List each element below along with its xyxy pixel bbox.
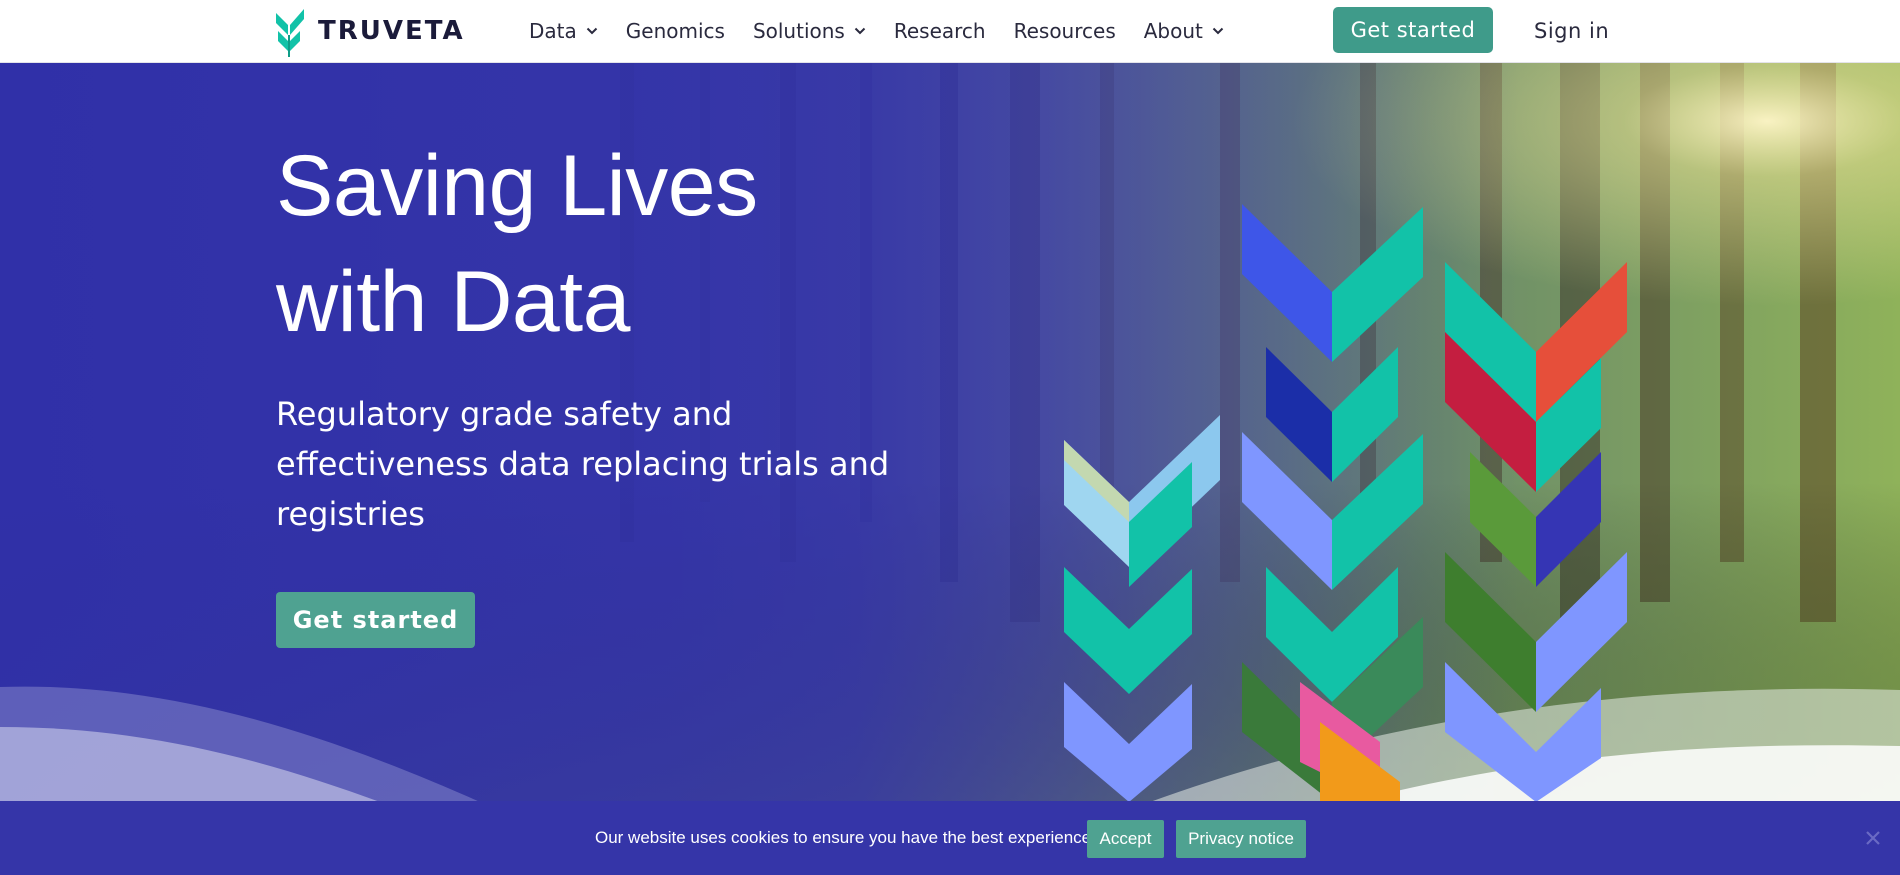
nav-item-label: Data xyxy=(529,19,577,43)
hero-title-line-1: Saving Lives xyxy=(276,138,758,234)
nav-item-label: Resources xyxy=(1013,19,1116,43)
nav-menu: Data Genomics Solutions Research Resourc… xyxy=(529,0,1252,62)
nav-item-label: About xyxy=(1143,19,1203,43)
chevron-down-icon xyxy=(586,27,597,35)
cookie-message: Our website uses cookies to ensure you h… xyxy=(595,828,1096,847)
chevron-down-icon xyxy=(854,27,866,35)
truveta-logo-icon xyxy=(276,9,304,57)
nav-item-label: Solutions xyxy=(752,19,845,43)
top-nav: TRUVETA Data Genomics Solutions Research… xyxy=(0,0,1900,63)
hero-section: Saving Lives with Data Regulatory grade … xyxy=(0,62,1900,802)
privacy-notice-button[interactable]: Privacy notice xyxy=(1176,820,1306,858)
nav-item-resources[interactable]: Resources xyxy=(1014,19,1116,43)
chevron-down-icon xyxy=(1212,27,1224,35)
hero-get-started-button[interactable]: Get started xyxy=(276,592,475,648)
truveta-logo[interactable]: TRUVETA xyxy=(276,5,465,57)
nav-item-genomics[interactable]: Genomics xyxy=(626,19,725,43)
nav-item-solutions[interactable]: Solutions xyxy=(753,19,866,43)
nav-item-about[interactable]: About xyxy=(1144,19,1224,43)
nav-item-label: Research xyxy=(893,19,986,43)
nav-item-research[interactable]: Research xyxy=(894,19,986,43)
logo-wordmark: TRUVETA xyxy=(318,16,465,46)
hero-subtitle: Regulatory grade safety and effectivenes… xyxy=(276,395,890,533)
cookie-accept-button[interactable]: Accept xyxy=(1087,820,1164,858)
hero-title: Saving Lives with Data xyxy=(276,128,758,360)
nav-item-data[interactable]: Data xyxy=(529,19,598,43)
cookie-banner: Our website uses cookies to ensure you h… xyxy=(0,801,1900,875)
nav-get-started-button[interactable]: Get started xyxy=(1333,7,1493,53)
sign-in-link[interactable]: Sign in xyxy=(1534,0,1609,62)
nav-item-label: Genomics xyxy=(625,19,725,43)
close-icon[interactable] xyxy=(1862,827,1884,849)
hero-title-line-2: with Data xyxy=(276,254,630,350)
